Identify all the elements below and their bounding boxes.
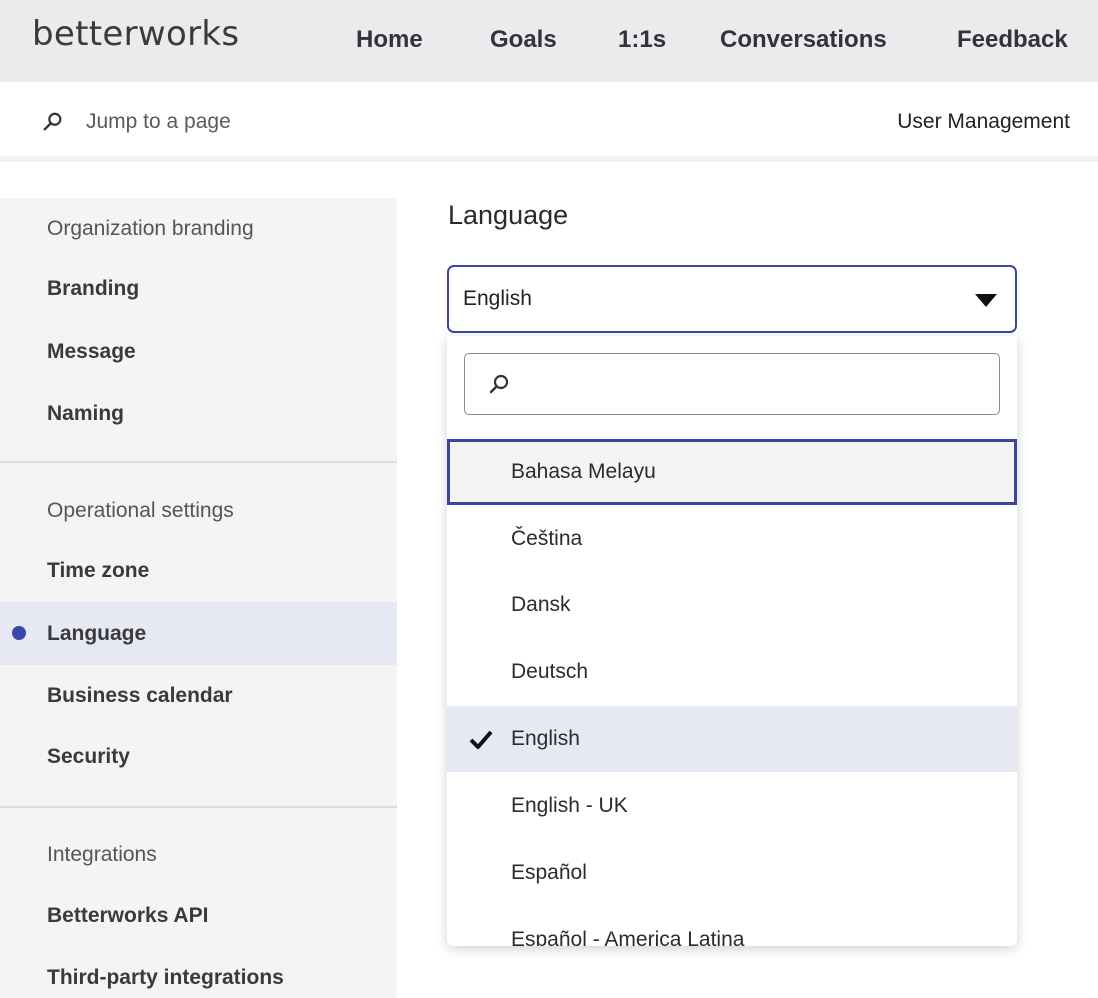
option-label: Deutsch bbox=[511, 660, 589, 683]
sidebar-item-language[interactable]: Language bbox=[0, 602, 397, 665]
sidebar-header-operational-settings: Operational settings bbox=[47, 499, 234, 522]
caret-down-icon bbox=[975, 294, 997, 307]
sidebar-item-business-calendar[interactable]: Business calendar bbox=[47, 684, 233, 708]
language-select-value: English bbox=[463, 287, 532, 310]
language-option-bahasa-melayu[interactable]: Bahasa Melayu bbox=[447, 439, 1017, 505]
sidebar-item-third-party-integrations[interactable]: Third-party integrations bbox=[47, 966, 284, 990]
sidebar-header-organization-branding: Organization branding bbox=[47, 217, 254, 240]
search-icon bbox=[489, 374, 509, 394]
option-label: English bbox=[511, 727, 580, 750]
sidebar-divider bbox=[0, 461, 397, 463]
option-label: Español bbox=[511, 861, 587, 884]
language-option-cestina[interactable]: Čeština bbox=[447, 506, 1017, 572]
settings-sidebar: Organization branding Branding Message N… bbox=[0, 198, 397, 998]
sidebar-item-security[interactable]: Security bbox=[47, 745, 130, 769]
sidebar-item-naming[interactable]: Naming bbox=[47, 402, 124, 426]
sidebar-divider bbox=[0, 806, 397, 808]
active-indicator-dot bbox=[12, 626, 26, 640]
page-title: Language bbox=[448, 200, 569, 230]
option-label: Español - America Latina bbox=[511, 928, 745, 946]
sidebar-item-message[interactable]: Message bbox=[47, 340, 136, 364]
option-label: English - UK bbox=[511, 794, 628, 817]
language-option-dansk[interactable]: Dansk bbox=[447, 572, 1017, 638]
sidebar-item-branding[interactable]: Branding bbox=[47, 277, 139, 301]
sidebar-item-time-zone[interactable]: Time zone bbox=[47, 559, 149, 583]
sidebar-item-betterworks-api[interactable]: Betterworks API bbox=[47, 904, 208, 928]
language-option-espanol[interactable]: Español bbox=[447, 840, 1017, 906]
language-dropdown-menu: Bahasa Melayu Čeština Dansk Deutsch Engl… bbox=[447, 336, 1017, 946]
check-icon bbox=[469, 730, 493, 749]
nav-feedback[interactable]: Feedback bbox=[957, 26, 1068, 54]
language-option-english[interactable]: English bbox=[447, 706, 1017, 772]
nav-1on1s[interactable]: 1:1s bbox=[618, 26, 666, 54]
jump-to-page-label: Jump to a page bbox=[86, 110, 231, 133]
language-select[interactable]: English bbox=[447, 265, 1017, 333]
language-option-english-uk[interactable]: English - UK bbox=[447, 773, 1017, 839]
language-search-box[interactable] bbox=[464, 353, 1000, 415]
betterworks-logo[interactable]: betterworks bbox=[32, 14, 239, 54]
language-option-deutsch[interactable]: Deutsch bbox=[447, 639, 1017, 705]
top-nav-bar: betterworks Home Goals 1:1s Conversation… bbox=[0, 0, 1098, 82]
sidebar-header-integrations: Integrations bbox=[47, 843, 157, 866]
user-management-link[interactable]: User Management bbox=[897, 110, 1070, 134]
sidebar-item-label: Language bbox=[47, 622, 147, 645]
option-label: Dansk bbox=[511, 593, 571, 616]
nav-home[interactable]: Home bbox=[356, 26, 423, 54]
nav-conversations[interactable]: Conversations bbox=[720, 26, 887, 54]
jump-to-page[interactable]: Jump to a page bbox=[42, 110, 231, 134]
search-icon bbox=[43, 112, 62, 131]
option-label: Bahasa Melayu bbox=[511, 460, 656, 483]
language-option-espanol-america-latina[interactable]: Español - America Latina bbox=[447, 907, 1017, 946]
nav-goals[interactable]: Goals bbox=[490, 26, 557, 54]
subbar-divider bbox=[0, 156, 1098, 162]
language-search-input[interactable] bbox=[525, 364, 985, 404]
option-label: Čeština bbox=[511, 527, 583, 550]
